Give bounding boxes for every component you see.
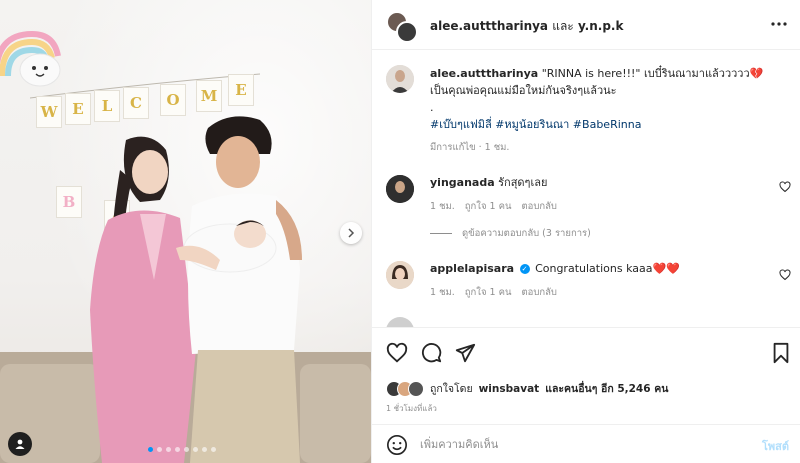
avatar[interactable] [386, 317, 414, 327]
view-replies-button[interactable]: ดูข้อความตอบกลับ (3 รายการ) [430, 226, 591, 241]
comment-item: applelapisara ✓ Congratulations kaaa❤️❤️… [386, 261, 791, 301]
post-details-panel: alee.autttharinya และ y.n.p.k alee.auttt [371, 0, 800, 463]
carousel-dot [184, 447, 189, 452]
comment-item: yinganada รักสุดๆเลย 1 ชม. ถูกใจ 1 คน ตอ… [386, 175, 791, 215]
caption-text: "RINNA is here!!!" เบบี๋รินณามาแล้ววววว💔 [541, 67, 764, 80]
post-header: alee.autttharinya และ y.n.p.k [372, 0, 800, 50]
comment-text: รักสุดๆเลย [498, 176, 548, 189]
add-comment-bar: โพสต์ [372, 424, 800, 463]
comments-section[interactable]: alee.autttharinya "RINNA is here!!!" เบบ… [372, 51, 800, 327]
carousel-dot [211, 447, 216, 452]
liker-avatars [386, 380, 424, 397]
more-options-button[interactable] [769, 14, 789, 34]
like-comment-heart-icon[interactable] [779, 269, 791, 281]
likes-count[interactable]: และคนอื่นๆ อีก 5,246 คน [545, 380, 668, 397]
share-send-icon[interactable] [454, 342, 476, 364]
caption-text: . [430, 101, 434, 114]
carousel-dots [148, 447, 216, 452]
verified-badge-icon: ✓ [519, 264, 530, 274]
carousel-next-button[interactable] [340, 222, 362, 244]
caption-hashtags[interactable]: #เบ๊บๆแฟมิลี่ #หมูน้อยรินณา #BabeRinna [430, 118, 641, 131]
post-comment-button[interactable]: โพสต์ [762, 437, 789, 455]
chevron-right-icon [348, 228, 355, 238]
caption-username[interactable]: alee.autttharinya [430, 67, 538, 80]
author-link[interactable]: y.n.p.k [578, 19, 624, 33]
banner-flag: B [56, 186, 82, 218]
banner-flag: W [36, 96, 62, 128]
comment-time[interactable]: 1 ชม. [430, 199, 455, 215]
avatar-image [386, 65, 414, 93]
emoji-icon[interactable] [386, 434, 408, 456]
comment-bubble-icon[interactable] [420, 342, 442, 364]
avatar-image [386, 261, 414, 289]
bookmark-icon[interactable] [770, 342, 792, 364]
carousel-dot [157, 447, 162, 452]
and-label: และ [552, 19, 574, 33]
user-tag-icon [15, 439, 25, 449]
comment-username[interactable]: applelapisara [430, 262, 514, 275]
comment-username[interactable]: yinganada [430, 176, 495, 189]
comment-input[interactable] [420, 433, 740, 455]
likes-prefix: ถูกใจโดย [430, 383, 473, 395]
like-heart-icon[interactable] [386, 342, 408, 364]
carousel-dot [193, 447, 198, 452]
carousel-dot [175, 447, 180, 452]
post-caption: alee.autttharinya "RINNA is here!!!" เบบ… [386, 65, 786, 156]
avatar[interactable] [386, 175, 414, 203]
liker-username[interactable]: winsbavat [479, 383, 540, 395]
post-time[interactable]: 1 ชั่วโมงที่แล้ว [386, 402, 437, 415]
more-horizontal-icon [771, 22, 787, 26]
carousel-dot [166, 447, 171, 452]
avatar-image [386, 175, 414, 203]
couple-with-baby [90, 116, 302, 463]
avatar [408, 380, 424, 397]
carousel-dot [148, 447, 153, 452]
reply-button[interactable]: ตอบกลับ [521, 285, 557, 301]
banner-flag: M [196, 80, 222, 112]
tagged-users-button[interactable] [8, 432, 32, 456]
like-comment-heart-icon[interactable] [779, 181, 791, 193]
avatar [396, 21, 418, 43]
post-authors[interactable]: alee.autttharinya และ y.n.p.k [430, 17, 623, 36]
comment-likes[interactable]: ถูกใจ 1 คน [465, 199, 512, 215]
likes-summary[interactable]: ถูกใจโดย winsbavat และคนอื่นๆ อีก 5,246 … [386, 380, 668, 397]
banner-flag: E [228, 74, 254, 106]
avatar[interactable] [386, 65, 414, 93]
caption-text: เป็นคุณพ่อคุณแม่มือใหม่กันจริงๆแล้วนะ [430, 84, 617, 97]
replies-divider [430, 233, 452, 234]
post-photo[interactable]: W E L C O M E B A [0, 0, 371, 463]
comment-text: Congratulations kaaa❤️❤️ [535, 262, 680, 275]
author-link[interactable]: alee.autttharinya [430, 19, 548, 33]
edited-timestamp: มีการแก้ไข · 1 ชม. [430, 142, 510, 153]
view-replies-label[interactable]: ดูข้อความตอบกลับ (3 รายการ) [462, 226, 591, 241]
reply-button[interactable]: ตอบกลับ [521, 199, 557, 215]
collab-avatars[interactable] [386, 11, 418, 43]
avatar[interactable] [386, 261, 414, 289]
comment-likes[interactable]: ถูกใจ 1 คน [465, 285, 512, 301]
carousel-dot [202, 447, 207, 452]
comment-time[interactable]: 1 ชม. [430, 285, 455, 301]
